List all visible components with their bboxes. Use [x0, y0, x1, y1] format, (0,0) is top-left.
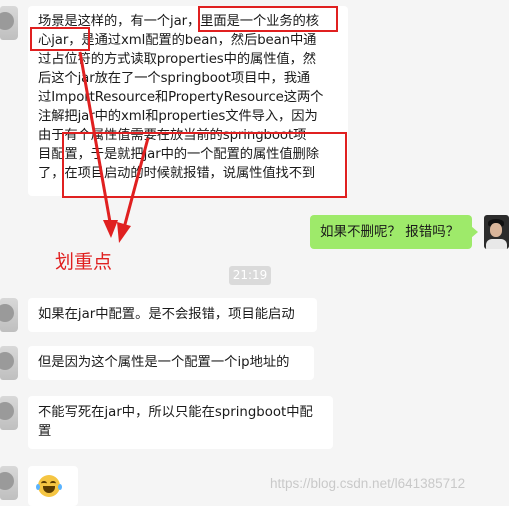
message-bubble: 但是因为这个属性是一个配置一个ip地址的	[28, 346, 314, 380]
self-avatar[interactable]	[484, 215, 509, 249]
contact-avatar[interactable]	[0, 346, 18, 380]
message-bubble: 如果在jar中配置。是不会报错，项目能启动	[28, 298, 317, 332]
avatar-body-icon	[486, 239, 507, 249]
avatar-head-icon	[0, 352, 14, 370]
avatar-face-icon	[490, 223, 502, 237]
annotation-label: 划重点	[55, 251, 113, 273]
arrow-line-short	[78, 51, 112, 223]
message-line: 不能写死在jar中，所以只能在springboot中配	[38, 405, 313, 420]
contact-avatar[interactable]	[0, 466, 18, 500]
reply-bubble-tail	[471, 226, 478, 238]
message-bubble-emoji	[28, 466, 78, 506]
message-line: 置	[38, 424, 52, 439]
message-bubble: 不能写死在jar中，所以只能在springboot中配 置	[28, 396, 333, 449]
arrow-head-long	[117, 222, 131, 243]
laughing-tears-emoji-icon	[36, 475, 62, 497]
watermark: https://blog.csdn.net/l641385712	[270, 476, 466, 491]
arrow-head-short	[103, 220, 118, 238]
avatar-head-icon	[0, 402, 14, 420]
avatar-head-icon	[0, 472, 14, 490]
contact-avatar[interactable]	[0, 396, 18, 430]
avatar-head-icon	[0, 304, 14, 322]
timestamp: 21:19	[229, 266, 271, 285]
contact-avatar[interactable]	[0, 298, 18, 332]
message-bubble-reply: 如果不删呢？ 报错吗？	[310, 215, 472, 249]
arrow-line-long	[122, 137, 150, 229]
